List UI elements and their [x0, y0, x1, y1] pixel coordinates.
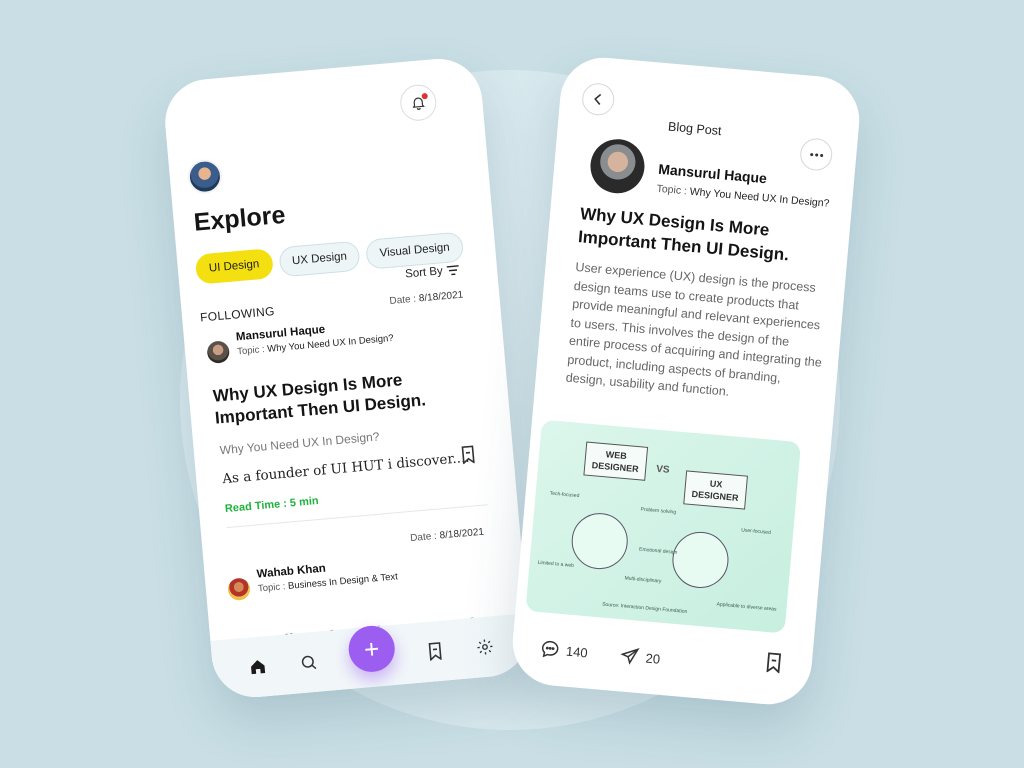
bookmark-icon[interactable]	[765, 652, 783, 674]
bookmark-icon[interactable]	[460, 445, 476, 465]
infographic-label: Emotional design	[638, 546, 678, 556]
comments-button[interactable]: 140	[539, 638, 588, 662]
vs-label: VS	[655, 463, 670, 476]
gear-icon[interactable]	[475, 637, 495, 657]
notification-dot	[421, 92, 428, 100]
post-topic: Topic : Why You Need UX In Design?	[656, 182, 830, 210]
post-title: Why UX Design Is More Important Then UI …	[577, 204, 790, 265]
author-row: Mansurul Haque Topic : Why You Need UX I…	[206, 318, 395, 365]
explore-phone: Explore UI Design UX Design Visual Desig…	[161, 55, 533, 701]
infographic-source: Source: Interaction Design Foundation	[601, 601, 688, 615]
post-card[interactable]: Date : 8/18/2021 Wahab Khan Topic : Busi…	[224, 526, 493, 677]
sort-button[interactable]: Sort By	[405, 264, 460, 281]
infographic-label: User-focused	[740, 527, 772, 536]
filter-icon	[446, 265, 459, 276]
post-excerpt: As a founder of UI HUT i discover....	[221, 449, 471, 488]
sort-label: Sort By	[404, 265, 444, 281]
chip-ux-design[interactable]: UX Design	[277, 240, 362, 278]
more-dot	[809, 152, 813, 156]
author-name: Mansurul Haque	[657, 160, 768, 187]
more-options-button[interactable]	[798, 137, 834, 172]
back-button[interactable]	[580, 81, 616, 117]
author-avatar	[206, 340, 231, 365]
home-icon[interactable]	[248, 657, 268, 677]
ux-designer-box: UX DESIGNER	[683, 470, 748, 510]
shares-count: 20	[645, 650, 661, 667]
infographic-label: Tech-focused	[549, 490, 580, 500]
send-icon	[620, 648, 640, 665]
infographic-image: WEB DESIGNER VS UX DESIGNER Tech-focused…	[525, 419, 802, 634]
infographic-label: Multi-disciplinary	[624, 575, 662, 585]
post-title[interactable]: Why UX Design Is More Important Then UI …	[212, 363, 475, 429]
more-dot	[819, 153, 823, 157]
section-label: FOLLOWING	[199, 304, 276, 325]
comment-icon	[541, 640, 559, 658]
page-title: Explore	[192, 200, 287, 237]
web-designer-box: WEB DESIGNER	[583, 441, 649, 481]
post-date: Date : 8/18/2021	[409, 526, 485, 545]
post-subtitle: Why You Need UX In Design?	[219, 429, 380, 458]
infographic-label: Limited to a web	[537, 559, 575, 569]
infographic-label: Problem solving	[640, 506, 677, 516]
ux-designer-figure	[670, 529, 731, 591]
comments-count: 140	[565, 643, 589, 660]
web-designer-figure	[569, 510, 631, 572]
author-avatar[interactable]	[588, 136, 647, 196]
user-avatar[interactable]	[186, 158, 224, 196]
share-button[interactable]: 20	[619, 645, 661, 668]
notification-button[interactable]	[398, 83, 438, 123]
bookmarks-icon[interactable]	[427, 642, 445, 661]
blog-post-phone: Blog Post Mansurul Haque Topic : Why You…	[509, 54, 863, 708]
more-dot	[814, 152, 818, 157]
read-time: Read Time : 5 min	[224, 494, 320, 516]
author-avatar	[227, 577, 251, 602]
search-icon[interactable]	[298, 653, 318, 673]
post-date: Date : 8/18/2021	[389, 289, 464, 307]
post-body: User experience (UX) design is the proce…	[565, 259, 823, 399]
add-post-button[interactable]: +	[346, 623, 397, 674]
author-row: Wahab Khan Topic : Business In Design & …	[226, 556, 398, 602]
page-title: Blog Post	[667, 119, 723, 139]
chevron-left-icon	[594, 93, 602, 105]
chip-ui-design[interactable]: UI Design	[194, 248, 274, 285]
infographic-label: Applicable to diverse areas	[716, 601, 777, 613]
